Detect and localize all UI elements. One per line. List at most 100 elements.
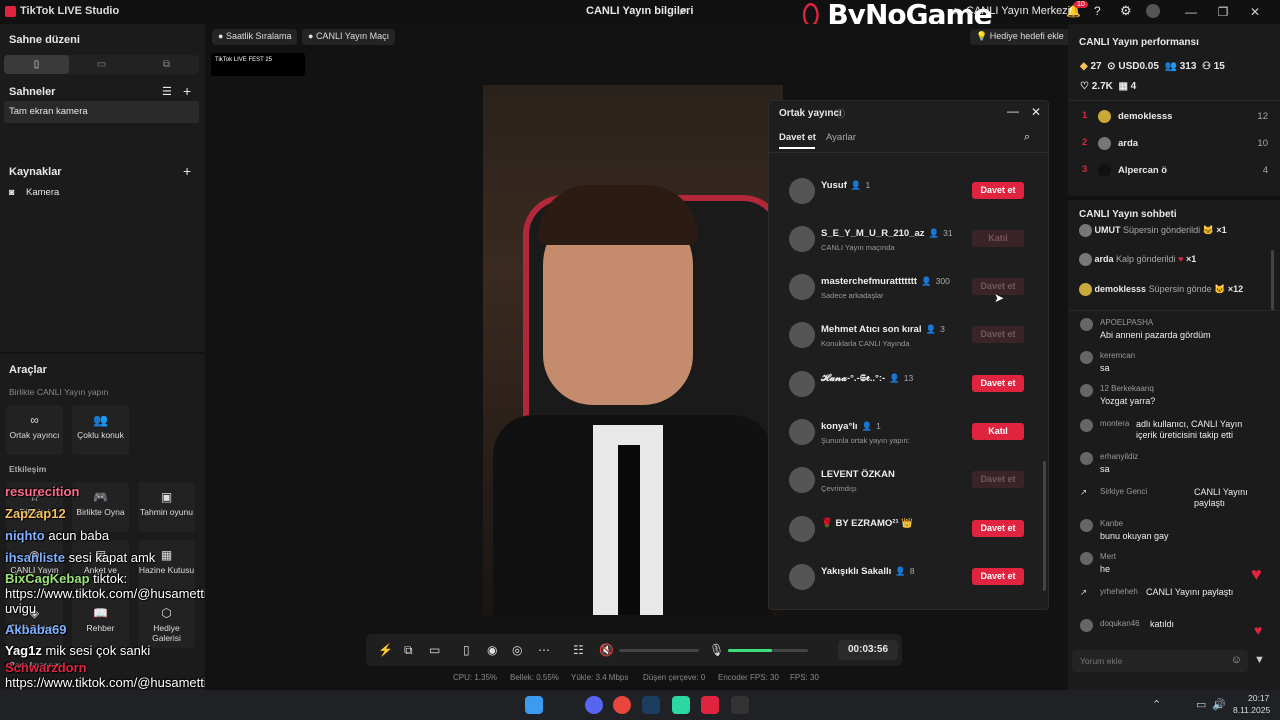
join-button[interactable]: Katıl bbox=[972, 230, 1024, 247]
steam-icon[interactable] bbox=[642, 696, 660, 714]
leaderboard-divider bbox=[1068, 100, 1280, 101]
avatar bbox=[1098, 137, 1111, 150]
list-item: masterchefmurattttttt 👤 300 Sadece arkadaşl… bbox=[789, 270, 1024, 306]
tab-settings[interactable]: Ayarlar bbox=[826, 132, 856, 143]
people-icon: 👥 bbox=[93, 413, 108, 427]
stat-dropped: Düşen çerçeve: 0 bbox=[643, 673, 706, 682]
emoji-icon[interactable]: ☺ bbox=[1231, 654, 1242, 666]
chat-scrollbar[interactable] bbox=[1271, 250, 1274, 310]
chat-message: keremcan sa bbox=[1080, 351, 1270, 379]
mic-icon[interactable]: 🎙 bbox=[709, 643, 724, 657]
heart-icon: ♥ bbox=[1178, 253, 1184, 264]
more-icon[interactable]: ⋯ bbox=[538, 643, 550, 657]
chrome-icon[interactable] bbox=[613, 696, 631, 714]
home-icon[interactable]: ⌂ bbox=[952, 5, 959, 17]
leaderboard-row[interactable]: 3 Alpercan ö4 bbox=[1082, 164, 1268, 184]
maximize-button[interactable]: ❐ bbox=[1214, 3, 1232, 21]
discord-icon[interactable] bbox=[585, 696, 603, 714]
heart-reaction-icon: ♥ bbox=[1254, 622, 1263, 638]
avatar bbox=[789, 322, 815, 348]
list-icon[interactable]: ☰ bbox=[162, 85, 172, 98]
heart-icon: ♡ bbox=[1080, 81, 1089, 92]
clock-date[interactable]: 8.11.2025 bbox=[1233, 705, 1270, 715]
avatar bbox=[1080, 552, 1093, 565]
chat-message: Mert he bbox=[1080, 552, 1270, 580]
info-icon[interactable]: ⓘ bbox=[836, 107, 845, 120]
portrait-layout-icon[interactable]: ▯ bbox=[4, 55, 69, 74]
mute-icon[interactable]: 🔇 bbox=[599, 643, 614, 657]
invite-button[interactable]: Davet et bbox=[972, 326, 1024, 343]
sliders-icon[interactable]: ☷ bbox=[573, 643, 584, 657]
layers-icon[interactable]: ⧉ bbox=[404, 643, 413, 658]
filter-icon[interactable]: ▼ bbox=[1254, 654, 1265, 666]
avatar bbox=[789, 516, 815, 542]
invite-button[interactable]: Davet et bbox=[972, 568, 1024, 585]
avatar bbox=[789, 371, 815, 397]
scene-item[interactable]: Tam ekran kamera bbox=[4, 101, 199, 123]
live-center-link[interactable]: CANLI Yayın Merkezi bbox=[966, 5, 1070, 17]
tray-chevron-icon[interactable]: ⌃ bbox=[1152, 698, 1161, 711]
search-icon[interactable]: ⌕ bbox=[1024, 131, 1030, 144]
list-item: 𝓗𝓪𝓷𝓪-°.-𝕾𝖊..°:- 👤 13 Davet et bbox=[789, 367, 1024, 403]
clock-time[interactable]: 20:17 bbox=[1248, 693, 1269, 703]
split-layout-icon[interactable]: ⧉ bbox=[134, 55, 199, 74]
source-item[interactable]: Kamera bbox=[26, 187, 59, 198]
gift-feed-item: UMUT Süpersin gönderildi 🐱 ×1 bbox=[1079, 224, 1227, 237]
invite-button[interactable]: Davet et bbox=[972, 471, 1024, 488]
share-icon: ↗ bbox=[1080, 587, 1088, 597]
hourly-ranking-pill[interactable]: ● Saatlik Sıralama bbox=[212, 29, 298, 45]
terminal-icon[interactable] bbox=[731, 696, 749, 714]
record-icon[interactable]: ◉ bbox=[487, 643, 497, 657]
stat-encoder: Encoder FPS: 30 bbox=[718, 673, 779, 682]
gear-icon[interactable]: ⚙ bbox=[1120, 3, 1132, 19]
leaderboard-row[interactable]: 2 arda 10 bbox=[1082, 137, 1268, 157]
sources-title: Kaynaklar bbox=[9, 166, 62, 178]
invite-button[interactable]: Davet et bbox=[972, 182, 1024, 199]
tiktok-studio-icon[interactable] bbox=[701, 696, 719, 714]
gift-icon: 🐱 bbox=[1214, 283, 1226, 294]
help-icon[interactable]: ? bbox=[1094, 4, 1101, 18]
app-icon[interactable] bbox=[672, 696, 690, 714]
cohost-tool[interactable]: ∞ Ortak yayıncı bbox=[6, 405, 63, 455]
comment-input[interactable]: Yorum ekle ☺ bbox=[1072, 650, 1248, 672]
close-panel-button[interactable]: ✕ bbox=[1031, 105, 1041, 119]
gift-goal-pill[interactable]: 💡 Hediye hedefi ekle bbox=[970, 29, 1070, 45]
heart-reaction-icon: ♥ bbox=[1251, 564, 1262, 584]
avatar bbox=[1098, 110, 1111, 123]
join-button[interactable]: Katıl bbox=[972, 423, 1024, 440]
speaker-volume-slider[interactable] bbox=[619, 649, 699, 652]
minimize-panel-button[interactable]: — bbox=[1007, 104, 1019, 118]
close-button[interactable]: ✕ bbox=[1246, 3, 1264, 21]
magic-icon[interactable]: ⚡ bbox=[378, 643, 393, 657]
list-item: 🌹 BY EZRAMO²¹ 👑 Davet et bbox=[789, 512, 1024, 548]
share-icon[interactable]: ↗ bbox=[678, 5, 687, 18]
avatar bbox=[1079, 253, 1092, 266]
invite-button[interactable]: Davet et bbox=[972, 520, 1024, 537]
live-match-pill[interactable]: ● CANLI Yayın Maçı bbox=[302, 29, 396, 45]
multi-guest-tool[interactable]: 👥 Çoklu konuk bbox=[72, 405, 129, 455]
leaderboard-row[interactable]: 1 demoklesss 12 bbox=[1082, 110, 1268, 130]
screen-icon[interactable]: ▭ bbox=[429, 643, 440, 657]
phone-icon[interactable]: ▯ bbox=[463, 643, 470, 657]
person-tie bbox=[618, 445, 640, 615]
minimize-button[interactable]: — bbox=[1182, 3, 1200, 21]
landscape-layout-icon[interactable]: ▭ bbox=[69, 55, 134, 74]
windows-start-icon[interactable] bbox=[525, 696, 543, 714]
invite-button[interactable]: Davet et bbox=[972, 375, 1024, 392]
tools-title: Araçlar bbox=[9, 364, 47, 376]
avatar bbox=[789, 178, 815, 204]
add-source-icon[interactable]: + bbox=[183, 163, 191, 179]
avatar[interactable] bbox=[1146, 4, 1160, 18]
tools-subtitle: Birlikte CANLI Yayın yapın bbox=[9, 387, 109, 397]
volume-icon[interactable]: 🔊 bbox=[1212, 698, 1226, 711]
add-scene-icon[interactable]: + bbox=[183, 83, 191, 99]
stat-memory: Bellek: 0.55% bbox=[510, 673, 559, 682]
mic-volume-slider[interactable] bbox=[728, 649, 808, 652]
scrollbar[interactable] bbox=[1043, 461, 1046, 591]
capture-icon[interactable]: ◎ bbox=[512, 643, 522, 657]
left-divider bbox=[0, 352, 205, 354]
wifi-icon[interactable]: ▭ bbox=[1196, 698, 1206, 711]
chat-message: erhanyildiz sa bbox=[1080, 452, 1270, 480]
tab-invite-underline bbox=[779, 147, 815, 149]
tab-invite[interactable]: Davet et bbox=[779, 132, 816, 143]
